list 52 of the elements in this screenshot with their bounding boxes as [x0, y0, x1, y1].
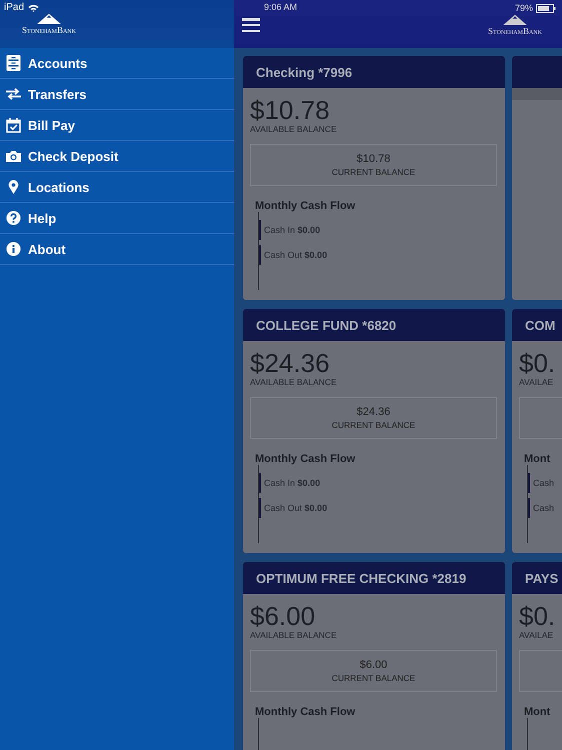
available-label: AVAILABLE BALANCE — [250, 630, 338, 640]
current-label: CURRENT BALANCE — [332, 167, 416, 177]
cabinet-icon — [6, 55, 21, 71]
help-icon — [6, 211, 21, 225]
device-name: iPad — [4, 2, 24, 13]
available-amount: $24.36 — [250, 349, 331, 377]
bank-logo: StonehamBank — [14, 13, 84, 35]
map-pin-icon — [6, 180, 21, 194]
info-icon — [6, 242, 21, 256]
available-label: AVAILABLE BALANCE — [250, 377, 338, 387]
current-amount: $24.36 — [356, 406, 390, 418]
account-name: COM — [525, 318, 556, 332]
current-label: CURRENT BALANCE — [332, 420, 416, 430]
bank-logo: StonehamBank — [480, 14, 550, 36]
current-label: CURRENT BALANCE — [332, 673, 416, 683]
cash-out-text: Cash — [533, 503, 554, 513]
cash-flow-title: Mont — [524, 706, 552, 718]
cash-out-text: Cash Out $0.00 — [264, 503, 328, 513]
cash-in-text: Cash — [533, 478, 554, 488]
clock-time: 9:06 AM — [264, 2, 298, 14]
cash-out-text: Cash Out $0.00 — [264, 250, 328, 260]
battery-icon — [536, 4, 556, 12]
account-name: PAYS — [525, 570, 558, 586]
cash-flow-title: Monthly Cash Flow — [255, 706, 356, 718]
account-name: COLLEGE FUND *6820 — [256, 318, 396, 332]
available-amount: $0. — [519, 602, 556, 630]
calendar-check-icon — [6, 118, 21, 132]
available-amount: $6.00 — [250, 602, 316, 630]
camera-icon — [6, 150, 21, 162]
account-name: OPTIMUM FREE CHECKING *2819 — [256, 570, 466, 586]
transfer-arrows-icon — [6, 88, 21, 100]
cash-flow-title: Monthly Cash Flow — [255, 453, 356, 465]
current-amount: $6.00 — [360, 659, 388, 671]
menu-icon[interactable] — [242, 18, 260, 32]
account-card[interactable]: Checking *7996 $10.78 AVAILABLE BALANCE $10.78 CURRENT BALANCE Monthly Cash Flow Cash In $0.00 Cash Out $0.00 — [243, 56, 505, 300]
available-label: AVAILAE — [519, 630, 554, 640]
cash-flow-title: Mont — [524, 453, 552, 465]
cash-in-text: Cash In $0.00 — [264, 478, 320, 488]
battery-percent: 79% — [514, 3, 533, 13]
available-label: AVAILABLE BALANCE — [250, 124, 338, 134]
current-amount: $10.78 — [356, 153, 390, 165]
wifi-icon — [28, 4, 40, 12]
account-card[interactable]: PAYS $0. AVAILAE Mont — [512, 562, 562, 750]
cash-in-text: Cash In $0.00 — [264, 225, 320, 235]
account-card[interactable]: COM $0. AVAILAE Mont Cash Cash — [512, 309, 562, 553]
available-amount: $10.78 — [250, 96, 331, 124]
account-card[interactable]: COLLEGE FUND *6820 $24.36 AVAILABLE BALANCE $24.36 CURRENT BALANCE Monthly Cash Flow Cash In $0.00 Cash Out $0.00 — [243, 309, 505, 553]
cash-flow-title: Monthly Cash Flow — [255, 200, 356, 212]
account-card[interactable]: OPTIMUM FREE CHECKING *2819 $6.00 AVAILABLE BALANCE $6.00 CURRENT BALANCE Monthly Cash Flow — [243, 562, 505, 750]
account-name: Checking *7996 — [256, 64, 352, 80]
available-label: AVAILAE — [519, 377, 554, 387]
available-amount: $0. — [519, 349, 556, 377]
